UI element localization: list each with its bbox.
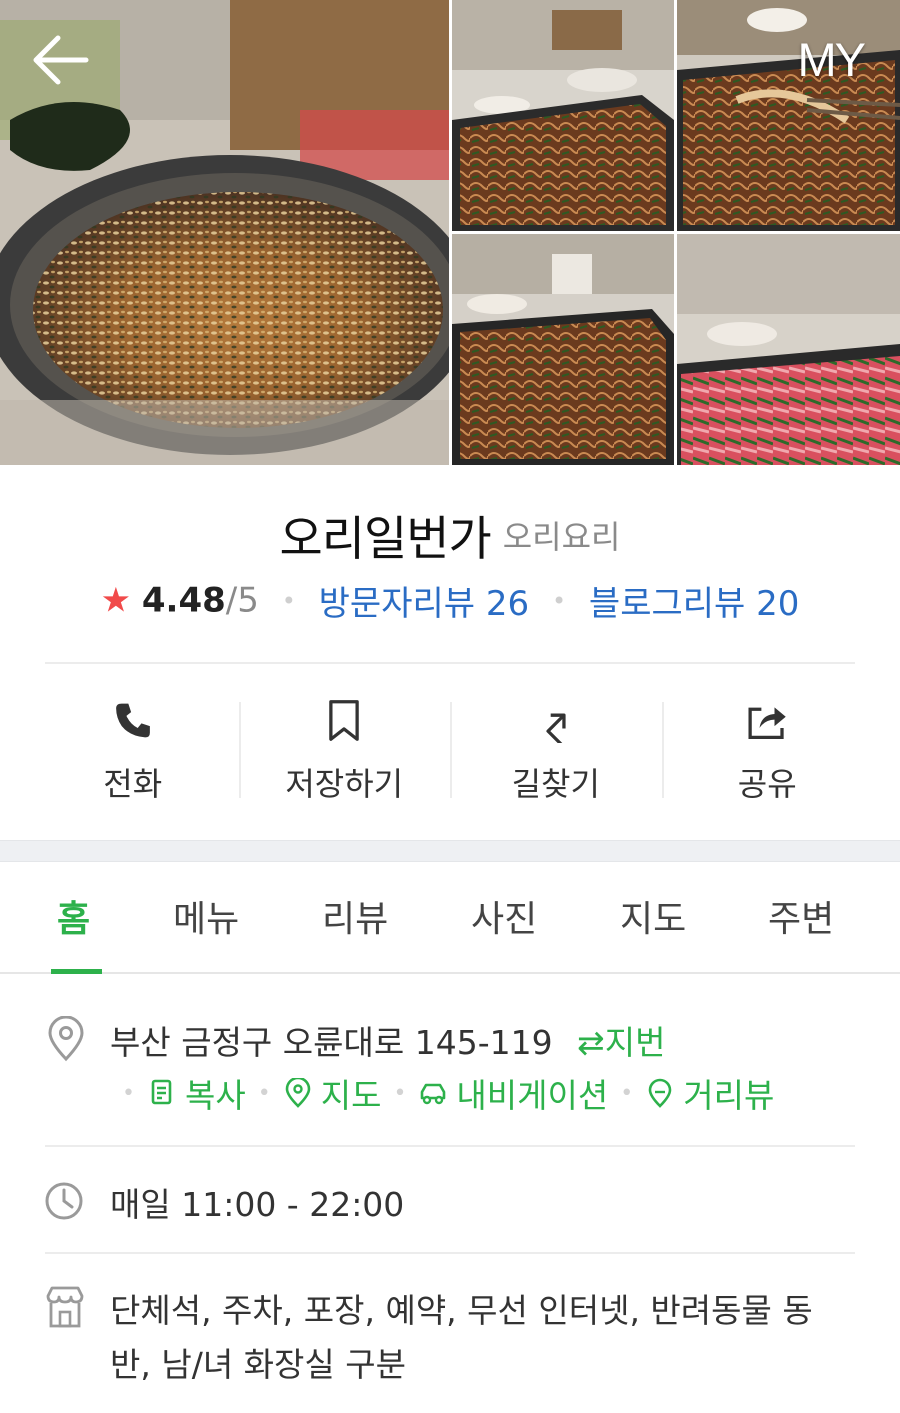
- arrow-left-icon: [33, 35, 89, 85]
- rating-row: ★ 4.48/5 • 방문자리뷰 26 • 블로그리뷰 20: [0, 576, 900, 625]
- tab-home[interactable]: 홈: [57, 890, 90, 942]
- gallery-photo-2[interactable]: [452, 0, 674, 231]
- amenities-line: 반, 남/녀 화장실 구분: [110, 1345, 406, 1384]
- lot-number-toggle[interactable]: ⇄지번: [577, 1023, 665, 1062]
- my-button[interactable]: MY: [798, 32, 866, 88]
- call-button[interactable]: 전화: [27, 690, 239, 805]
- gallery-photo-3[interactable]: [677, 0, 900, 231]
- navigation-link[interactable]: 내비게이션: [418, 1069, 608, 1117]
- directions-icon: [546, 713, 566, 743]
- amenities-line: 단체석, 주차, 포장, 예약, 무선 인터넷, 반려동물 동: [110, 1291, 813, 1330]
- swap-arrows-icon: ⇄: [577, 1023, 605, 1062]
- action-label: 공유: [737, 765, 797, 803]
- place-category: 오리요리: [502, 517, 621, 556]
- location-pin-icon: [48, 1016, 84, 1062]
- separator-dot: •: [122, 1080, 135, 1106]
- section-gap: [0, 840, 900, 862]
- blog-reviews-link[interactable]: 블로그리뷰 20: [589, 584, 799, 624]
- divider: [45, 1252, 855, 1254]
- visitor-reviews-link[interactable]: 방문자리뷰 26: [319, 584, 529, 624]
- map-link[interactable]: 지도: [283, 1069, 382, 1117]
- active-tab-indicator: [51, 969, 102, 974]
- bookmark-icon: [329, 700, 360, 741]
- rating-max: /5: [225, 580, 259, 621]
- place-name: 오리일번가: [279, 512, 492, 567]
- amenities: 단체석, 주차, 포장, 예약, 무선 인터넷, 반려동물 동 반, 남/녀 화…: [110, 1284, 813, 1392]
- directions-button[interactable]: 길찾기: [450, 690, 662, 805]
- action-label: 전화: [103, 765, 163, 803]
- lot-number-label: 지번: [604, 1023, 666, 1062]
- street-view-link[interactable]: 거리뷰: [645, 1069, 774, 1117]
- tab-photos[interactable]: 사진: [471, 890, 537, 942]
- store-icon: [46, 1286, 84, 1328]
- separator-dot: •: [551, 586, 567, 615]
- car-icon: [421, 1083, 446, 1105]
- copy-label: 복사: [184, 1076, 246, 1115]
- clock-icon: [45, 1182, 83, 1220]
- copy-icon: [151, 1079, 172, 1105]
- gallery-photo-5[interactable]: [677, 234, 900, 465]
- map-pin-icon: [285, 1078, 311, 1108]
- action-label: 길찾기: [511, 765, 600, 803]
- map-label: 지도: [320, 1076, 382, 1115]
- divider: [45, 662, 855, 664]
- business-hours[interactable]: 매일 11:00 - 22:00: [110, 1178, 404, 1226]
- star-icon: ★: [100, 580, 132, 621]
- separator-dot: •: [281, 586, 296, 615]
- back-button[interactable]: [26, 30, 92, 90]
- address-row: 부산 금정구 오륜대로 145-119 ⇄지번: [110, 1016, 665, 1064]
- separator-dot: •: [257, 1080, 271, 1106]
- separator-dot: •: [620, 1080, 634, 1106]
- tab-menu[interactable]: 메뉴: [173, 890, 239, 942]
- photo-gallery: MY: [0, 0, 900, 465]
- address-links: • 복사 • 지도 • 내비게이션 • 거리뷰: [110, 1070, 774, 1116]
- action-bar: 전화 저장하기 길찾기 공유: [27, 690, 873, 805]
- phone-icon: [115, 703, 150, 738]
- rating-score: 4.48: [141, 580, 226, 621]
- gallery-photo-4[interactable]: [452, 234, 674, 465]
- divider: [45, 1145, 855, 1147]
- share-icon: [748, 707, 786, 740]
- street-view-icon: [648, 1078, 672, 1108]
- save-button[interactable]: 저장하기: [238, 690, 451, 805]
- share-button[interactable]: 공유: [661, 690, 874, 805]
- separator-dot: •: [393, 1080, 407, 1106]
- tab-map[interactable]: 지도: [620, 890, 686, 942]
- address-text: 부산 금정구 오륜대로 145-119: [110, 1023, 553, 1062]
- action-label: 저장하기: [285, 765, 404, 803]
- tab-nearby[interactable]: 주변: [768, 890, 834, 942]
- navigation-label: 내비게이션: [456, 1076, 609, 1115]
- copy-address-link[interactable]: 복사: [147, 1069, 246, 1117]
- place-title-row: 오리일번가 오리요리: [0, 500, 900, 569]
- tab-bar: 홈 메뉴 리뷰 사진 지도 주변: [0, 862, 900, 974]
- street-view-label: 거리뷰: [683, 1076, 775, 1115]
- tab-reviews[interactable]: 리뷰: [322, 890, 388, 942]
